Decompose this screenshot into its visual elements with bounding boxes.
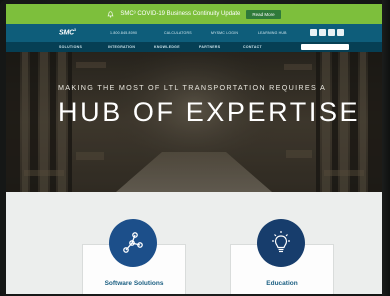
device-bezel [382, 0, 390, 296]
main-nav: SOLUTIONS INTEGRATION KNOWLEDGE PARTNERS… [6, 42, 382, 57]
alert-bar: SMC³ COVID-19 Business Continuity Update… [6, 4, 382, 24]
utility-link-calculators[interactable]: CALCULATORS [164, 31, 192, 35]
nav-item-integration[interactable]: INTEGRATION [108, 45, 135, 49]
social-links [310, 29, 344, 36]
card-title-software-solutions: Software Solutions [104, 280, 164, 287]
hero-banner: MAKING THE MOST OF LTL TRANSPORTATION RE… [6, 52, 382, 192]
site-header: SMC3 1.800.845.8090 CALCULATORS MYSMC LO… [6, 24, 382, 42]
alert-text: SMC³ COVID-19 Business Continuity Update [120, 11, 241, 17]
bell-icon [107, 10, 114, 18]
search-input[interactable] [301, 43, 349, 57]
browser-screen: SMC³ COVID-19 Business Continuity Update… [6, 4, 382, 294]
lightbulb-icon [257, 219, 305, 267]
alert-read-more-button[interactable]: Read More [246, 9, 281, 19]
nav-item-partners[interactable]: PARTNERS [199, 45, 220, 49]
hero-subtitle: MAKING THE MOST OF LTL TRANSPORTATION RE… [58, 83, 327, 92]
utility-link-phone[interactable]: 1.800.845.8090 [110, 31, 137, 35]
network-nodes-icon [109, 219, 157, 267]
smc3-logo[interactable]: SMC3 [59, 28, 76, 36]
linkedin-icon[interactable] [310, 29, 317, 36]
card-title-education: Education [266, 280, 298, 287]
nav-item-contact[interactable]: CONTACT [243, 45, 262, 49]
nav-item-solutions[interactable]: SOLUTIONS [59, 45, 82, 49]
utility-link-learning-hub[interactable]: LEARNING HUB [258, 31, 287, 35]
search-icon[interactable] [344, 44, 348, 57]
nav-item-knowledge[interactable]: KNOWLEDGE [154, 45, 180, 49]
facebook-icon[interactable] [319, 29, 326, 36]
youtube-icon[interactable] [337, 29, 344, 36]
hero-title: HUB OF EXPERTISE [58, 97, 361, 127]
twitter-icon[interactable] [328, 29, 335, 36]
utility-link-login[interactable]: MYSMC LOGIN [211, 31, 238, 35]
